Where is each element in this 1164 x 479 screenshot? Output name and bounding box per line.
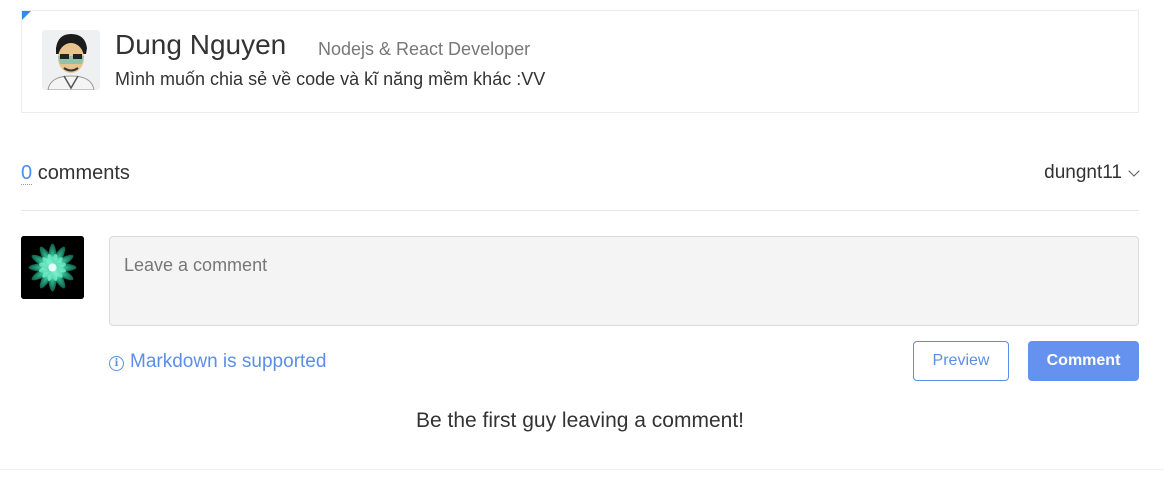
author-name: Dung Nguyen	[115, 29, 287, 60]
bottom-divider	[0, 469, 1164, 470]
comment-submit-button[interactable]: Comment	[1028, 341, 1139, 381]
markdown-hint-link[interactable]: i Markdown is supported	[109, 351, 326, 373]
author-card: Dung Nguyen Nodejs & React Developer Mìn…	[21, 10, 1139, 113]
markdown-hint-label: Markdown is supported	[130, 351, 327, 372]
author-portrait-icon	[42, 30, 100, 90]
corner-marker	[22, 11, 31, 20]
author-bio: Mình muốn chia sẻ về code và kĩ năng mềm…	[115, 69, 546, 89]
empty-comments-message: Be the first guy leaving a comment!	[416, 409, 744, 432]
user-avatar	[21, 236, 84, 299]
lotus-flower-icon	[21, 236, 84, 299]
username: dungnt11	[1044, 162, 1122, 183]
user-menu[interactable]: dungnt11	[1044, 162, 1140, 184]
divider	[21, 210, 1139, 211]
comment-count[interactable]: 0	[21, 162, 33, 185]
author-role: Nodejs & React Developer	[318, 39, 531, 59]
comments-label: comments	[37, 162, 130, 184]
info-icon: i	[109, 355, 124, 371]
comments-count-header: 0 comments	[21, 162, 130, 185]
preview-button[interactable]: Preview	[913, 341, 1009, 381]
comment-input[interactable]	[109, 236, 1139, 326]
author-avatar	[42, 30, 100, 90]
chevron-down-icon	[1128, 165, 1140, 177]
